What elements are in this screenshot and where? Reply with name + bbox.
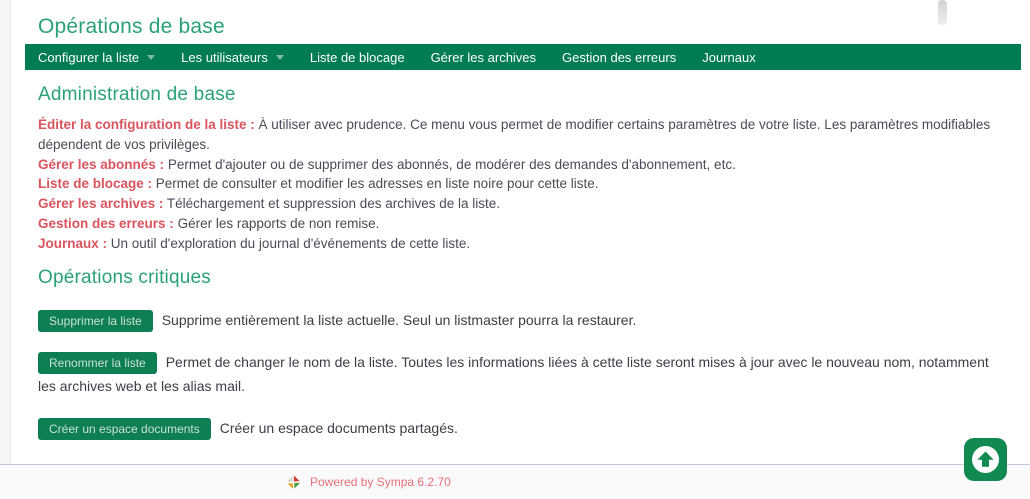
- admin-operation-item: Journaux : Un outil d'exploration du jou…: [38, 234, 1003, 254]
- admin-operation-description: Permet de consulter et modifier les adre…: [152, 176, 599, 192]
- powered-by-link[interactable]: Powered by Sympa 6.2.70: [310, 475, 451, 489]
- critical-action-description: Supprime entièrement la liste actuelle. …: [161, 311, 637, 328]
- critical-action-description: Permet de changer le nom de la liste. To…: [38, 353, 989, 395]
- critical-actions: Supprimer la liste Supprime entièrement l…: [38, 308, 1003, 441]
- admin-operation-item: Éditer la configuration de la liste : À …: [38, 115, 1003, 155]
- back-to-top-button[interactable]: [964, 438, 1007, 481]
- chevron-down-icon: [275, 54, 284, 60]
- menu-item[interactable]: Liste de blocage: [297, 44, 418, 70]
- critical-action-description: Créer un espace documents partagés.: [219, 420, 458, 437]
- admin-operation-description: Gérer les rapports de non remise.: [173, 215, 380, 231]
- critical-action-button[interactable]: Renommer la liste: [38, 352, 157, 375]
- menu-item-label: Les utilisateurs: [181, 49, 268, 65]
- menu-item[interactable]: Configurer la liste: [25, 44, 168, 70]
- menu-item[interactable]: Gérer les archives: [418, 44, 549, 70]
- admin-operation-description: Permet d'ajouter ou de supprimer des abo…: [164, 156, 736, 172]
- admin-operation-link[interactable]: Éditer la configuration de la liste :: [38, 117, 255, 132]
- chevron-down-icon: [147, 54, 156, 60]
- critical-section-heading: Opérations critiques: [38, 266, 211, 288]
- critical-action-row: Créer un espace documents Créer un espace…: [38, 416, 1003, 441]
- admin-operation-link[interactable]: Gérer les abonnés :: [38, 157, 164, 172]
- critical-action-row: Renommer la liste Permet de changer le no…: [38, 350, 1003, 398]
- page-title: Opérations de base: [38, 15, 225, 38]
- arrow-up-icon: [972, 446, 999, 473]
- menu-item-label: Gestion des erreurs: [562, 49, 677, 65]
- menu-item-label: Liste de blocage: [309, 49, 405, 65]
- admin-operation-item: Gérer les archives : Téléchargement et s…: [38, 194, 1003, 214]
- footer: Powered by Sympa 6.2.70: [0, 464, 1030, 499]
- critical-action-row: Supprimer la liste Supprime entièrement l…: [38, 308, 1003, 332]
- footer-content: Powered by Sympa 6.2.70: [285, 473, 451, 491]
- menu-item[interactable]: Gestion des erreurs: [549, 44, 689, 70]
- menu-item[interactable]: Les utilisateurs: [168, 44, 297, 70]
- admin-operation-link[interactable]: Gestion des erreurs :: [38, 216, 174, 231]
- critical-action-button[interactable]: Créer un espace documents: [38, 418, 211, 441]
- admin-section-heading: Administration de base: [38, 84, 236, 105]
- admin-operation-link[interactable]: Journaux :: [38, 236, 107, 251]
- menu-item-label: Journaux: [702, 49, 756, 65]
- admin-operation-item: Liste de blocage : Permet de consulter e…: [38, 174, 1003, 194]
- sympa-pinwheel-logo-icon: [285, 473, 302, 491]
- menu-item-label: Gérer les archives: [430, 49, 537, 65]
- menubar: Configurer la liste Les utilisateurs Lis…: [25, 44, 1021, 70]
- menu-item[interactable]: Journaux: [689, 44, 768, 70]
- admin-operation-item: Gérer les abonnés : Permet d'ajouter ou …: [38, 155, 1003, 175]
- page: Opérations de base Configurer la liste L…: [0, 0, 1030, 499]
- admin-operations-list: Éditer la configuration de la liste : À …: [38, 115, 1003, 254]
- admin-operation-description: Téléchargement et suppression des archiv…: [163, 196, 501, 212]
- admin-operation-link[interactable]: Liste de blocage :: [38, 176, 152, 191]
- admin-operation-item: Gestion des erreurs : Gérer les rapports…: [38, 214, 1003, 234]
- left-gutter: [0, 0, 11, 464]
- menu-item-label: Configurer la liste: [38, 49, 140, 65]
- scrollbar-thumb[interactable]: [938, 0, 947, 25]
- main-content: Administration de base Éditer la configu…: [38, 70, 1003, 458]
- critical-action-button[interactable]: Supprimer la liste: [38, 309, 153, 332]
- admin-operation-link[interactable]: Gérer les archives :: [38, 196, 163, 211]
- admin-operation-description: Un outil d'exploration du journal d'évén…: [107, 235, 471, 251]
